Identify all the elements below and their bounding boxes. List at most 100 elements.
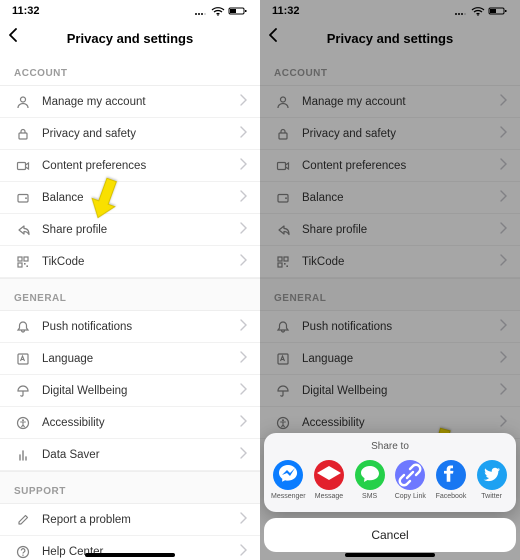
chevron-right-icon: [500, 157, 508, 175]
row-privacy-safety[interactable]: Privacy and safety: [260, 118, 520, 150]
section-general: GENERAL: [0, 278, 260, 311]
row-privacy-safety[interactable]: Privacy and safety: [0, 118, 260, 150]
app-label: Twitter: [481, 493, 502, 500]
back-button[interactable]: [8, 28, 20, 47]
row-digital-wellbeing[interactable]: Digital Wellbeing: [0, 375, 260, 407]
share-icon: [274, 223, 292, 237]
back-button[interactable]: [268, 28, 280, 47]
row-digital-wellbeing[interactable]: Digital Wellbeing: [260, 375, 520, 407]
row-label: Accessibility: [292, 417, 500, 429]
row-tikcode[interactable]: TikCode: [260, 246, 520, 278]
share-messenger[interactable]: Messenger: [268, 460, 308, 500]
share-sms[interactable]: SMS: [350, 460, 390, 500]
row-push-notifications[interactable]: Push notifications: [0, 311, 260, 343]
row-content-preferences[interactable]: Content preferences: [260, 150, 520, 182]
chevron-right-icon: [500, 318, 508, 336]
row-label: Privacy and safety: [32, 128, 240, 140]
share-cancel[interactable]: Cancel: [264, 518, 516, 552]
chevron-right-icon: [240, 414, 248, 432]
status-right: [454, 6, 508, 16]
share-apps: Messenger Message SMS Copy Link Facebook…: [268, 458, 512, 508]
accessibility-icon: [274, 416, 292, 430]
chevron-right-icon: [500, 189, 508, 207]
facebook-icon: [436, 460, 466, 490]
qr-icon: [14, 255, 32, 269]
chevron-right-icon: [240, 318, 248, 336]
status-right: [194, 6, 248, 16]
person-icon: [14, 95, 32, 109]
chevron-right-icon: [240, 125, 248, 143]
share-message[interactable]: Message: [309, 460, 349, 500]
messenger-icon: [273, 460, 303, 490]
signal-icon: [194, 6, 208, 16]
chevron-right-icon: [500, 253, 508, 271]
row-share-profile[interactable]: Share profile: [260, 214, 520, 246]
app-label: Messenger: [271, 493, 306, 500]
umbrella-icon: [14, 384, 32, 398]
share-copy-link[interactable]: Copy Link: [390, 460, 430, 500]
row-report-problem[interactable]: Report a problem: [0, 504, 260, 536]
status-time: 11:32: [12, 5, 40, 17]
signal-icon: [454, 6, 468, 16]
chevron-right-icon: [240, 221, 248, 239]
help-icon: [14, 545, 32, 559]
row-content-preferences[interactable]: Content preferences: [0, 150, 260, 182]
row-accessibility[interactable]: Accessibility: [0, 407, 260, 439]
screen-settings: 11:32 Privacy and settings ACCOUNT Manag…: [0, 0, 260, 560]
chevron-right-icon: [240, 157, 248, 175]
row-language[interactable]: Language: [0, 343, 260, 375]
row-share-profile[interactable]: Share profile: [0, 214, 260, 246]
row-language[interactable]: Language: [260, 343, 520, 375]
screen-share-sheet: 11:32 Privacy and settings ACCOUNT Manag…: [260, 0, 520, 560]
row-data-saver[interactable]: Data Saver: [0, 439, 260, 471]
chevron-right-icon: [500, 93, 508, 111]
app-label: Message: [315, 493, 343, 500]
row-manage-account[interactable]: Manage my account: [0, 86, 260, 118]
video-icon: [274, 159, 292, 173]
video-icon: [14, 159, 32, 173]
navbar: Privacy and settings: [260, 22, 520, 54]
share-facebook[interactable]: Facebook: [431, 460, 471, 500]
section-general: GENERAL: [260, 278, 520, 311]
row-label: Content preferences: [292, 160, 500, 172]
row-label: Data Saver: [32, 449, 240, 461]
row-manage-account[interactable]: Manage my account: [260, 86, 520, 118]
message-icon: [314, 460, 344, 490]
wifi-icon: [211, 6, 225, 16]
row-label: Language: [32, 353, 240, 365]
page-title: Privacy and settings: [327, 31, 453, 46]
row-label: Content preferences: [32, 160, 240, 172]
row-balance[interactable]: Balance: [0, 182, 260, 214]
page-title: Privacy and settings: [67, 31, 193, 46]
bell-icon: [274, 320, 292, 334]
language-icon: [14, 352, 32, 366]
row-label: Digital Wellbeing: [292, 385, 500, 397]
chevron-right-icon: [500, 350, 508, 368]
chevron-right-icon: [500, 221, 508, 239]
wifi-icon: [471, 6, 485, 16]
wallet-icon: [274, 191, 292, 205]
data-icon: [14, 448, 32, 462]
share-title: Share to: [268, 441, 512, 458]
app-label: SMS: [362, 493, 377, 500]
chevron-right-icon: [240, 543, 248, 560]
sms-icon: [355, 460, 385, 490]
row-push-notifications[interactable]: Push notifications: [260, 311, 520, 343]
row-tikcode[interactable]: TikCode: [0, 246, 260, 278]
lock-icon: [274, 127, 292, 141]
row-label: Balance: [292, 192, 500, 204]
share-twitter[interactable]: Twitter: [472, 460, 512, 500]
row-label: Share profile: [292, 224, 500, 236]
home-indicator: [85, 553, 175, 557]
chevron-right-icon: [240, 189, 248, 207]
section-support: SUPPORT: [0, 471, 260, 504]
battery-icon: [228, 6, 248, 16]
accessibility-icon: [14, 416, 32, 430]
row-balance[interactable]: Balance: [260, 182, 520, 214]
row-label: Manage my account: [292, 96, 500, 108]
row-label: Digital Wellbeing: [32, 385, 240, 397]
link-icon: [395, 460, 425, 490]
chevron-right-icon: [240, 511, 248, 529]
section-account: ACCOUNT: [0, 54, 260, 86]
share-sheet: Share to Messenger Message SMS Copy Link…: [264, 433, 516, 552]
